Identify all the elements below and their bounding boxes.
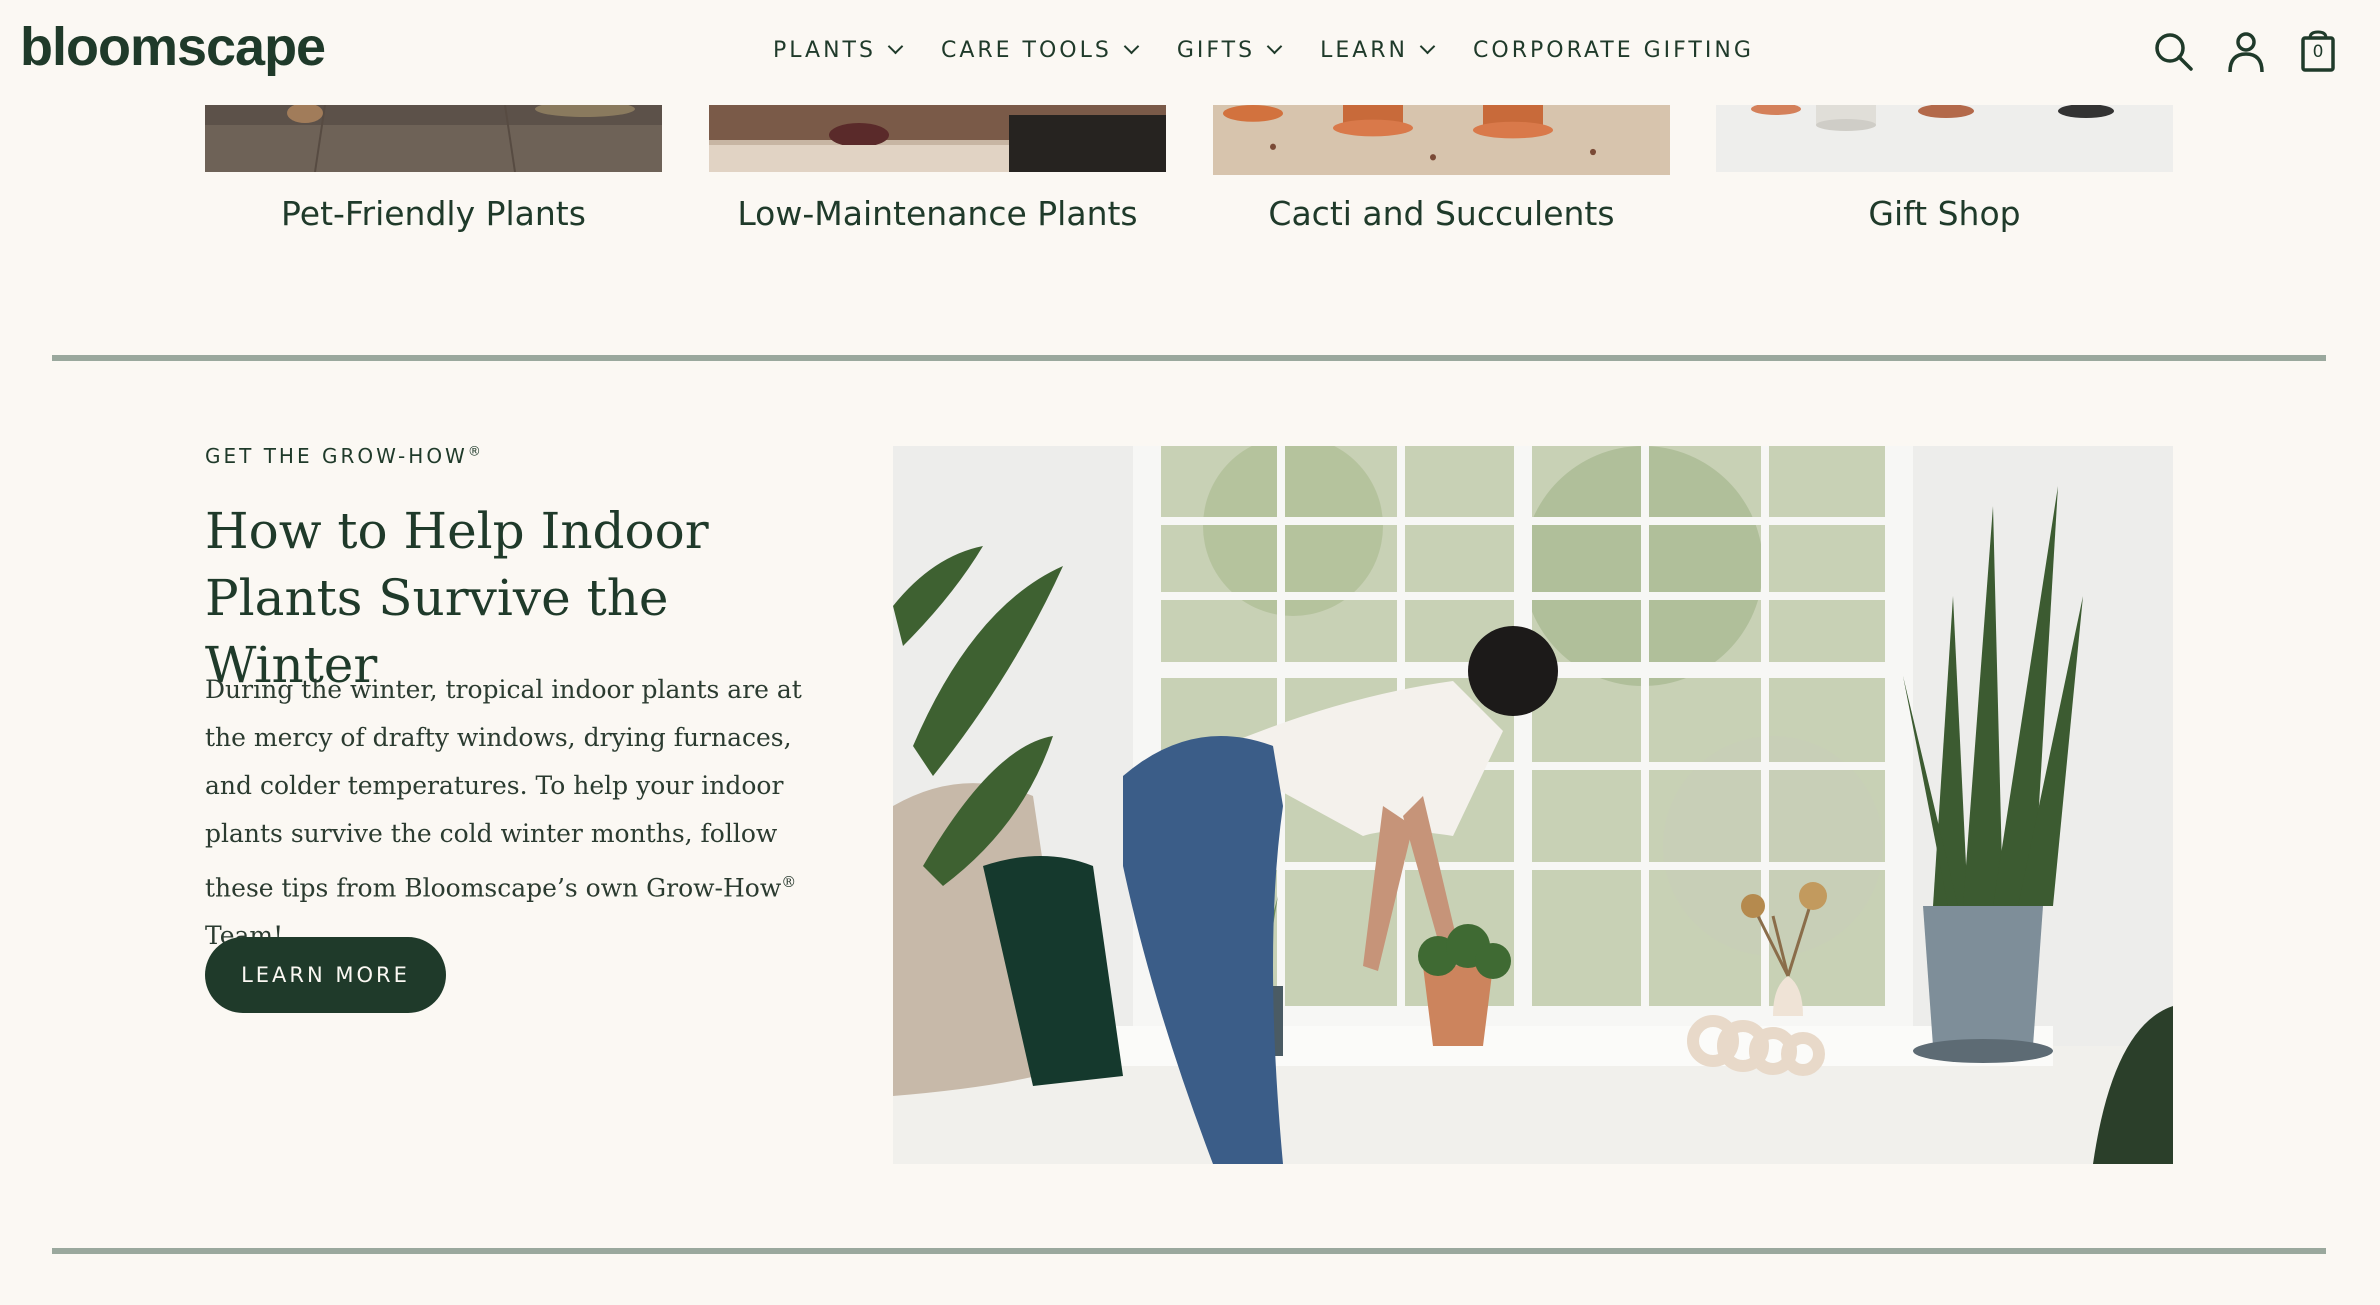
nav-learn[interactable]: LEARN	[1320, 38, 1436, 63]
category-label: Pet-Friendly Plants	[281, 194, 586, 233]
chevron-down-icon	[1123, 38, 1140, 55]
learn-more-button[interactable]: LEARN MORE	[205, 937, 446, 1013]
article-body-text: During the winter, tropical indoor plant…	[205, 675, 802, 903]
section-eyebrow: GET THE GROW-HOW®	[205, 444, 481, 468]
category-row: Pet-Friendly Plants Low-Maintenance Plan…	[0, 101, 2380, 255]
cart-count: 0	[2312, 42, 2324, 62]
nav-corporate-gifting[interactable]: CORPORATE GIFTING	[1473, 38, 1754, 63]
brand-logo[interactable]: bloomscape	[20, 16, 326, 78]
gift-shop-image	[1716, 103, 2173, 172]
section-divider	[52, 1248, 2326, 1254]
nav-care-tools-label: CARE TOOLS	[940, 38, 1112, 63]
chevron-down-icon	[887, 38, 904, 55]
category-card-cacti[interactable]: Cacti and Succulents	[1213, 105, 1670, 233]
registered-mark: ®	[781, 873, 797, 891]
category-label: Cacti and Succulents	[1268, 194, 1615, 233]
nav-learn-label: LEARN	[1320, 38, 1409, 63]
user-icon[interactable]	[2224, 30, 2268, 74]
header-actions: 0	[2124, 30, 2340, 74]
category-label: Low-Maintenance Plants	[737, 194, 1138, 233]
eyebrow-text: GET THE GROW-HOW	[205, 444, 468, 468]
category-label: Gift Shop	[1868, 194, 2021, 233]
site-header: bloomscape PLANTS CARE TOOLS GIFTS LEARN…	[0, 0, 2380, 105]
article-image	[893, 446, 2173, 1164]
nav-corporate-gifting-label: CORPORATE GIFTING	[1473, 38, 1754, 63]
main-nav: PLANTS CARE TOOLS GIFTS LEARN CORPORATE …	[773, 38, 1794, 63]
chevron-down-icon	[1419, 38, 1436, 55]
article-body: During the winter, tropical indoor plant…	[205, 666, 845, 960]
search-icon[interactable]	[2152, 30, 2196, 74]
low-maintenance-image	[709, 105, 1166, 172]
cacti-image	[1213, 105, 1670, 179]
nav-gifts[interactable]: GIFTS	[1176, 38, 1283, 63]
category-card-low-maintenance[interactable]: Low-Maintenance Plants	[709, 105, 1166, 233]
chevron-down-icon	[1266, 38, 1283, 55]
category-card-gift-shop[interactable]: Gift Shop	[1716, 103, 2173, 233]
nav-gifts-label: GIFTS	[1176, 38, 1256, 63]
nav-plants[interactable]: PLANTS	[773, 38, 904, 63]
category-card-pet-friendly[interactable]: Pet-Friendly Plants	[205, 101, 662, 233]
pet-friendly-image	[205, 101, 662, 173]
nav-plants-label: PLANTS	[773, 38, 876, 63]
section-divider	[52, 355, 2326, 361]
registered-mark: ®	[467, 444, 481, 460]
cart-icon[interactable]: 0	[2296, 30, 2340, 74]
nav-care-tools[interactable]: CARE TOOLS	[940, 38, 1140, 63]
